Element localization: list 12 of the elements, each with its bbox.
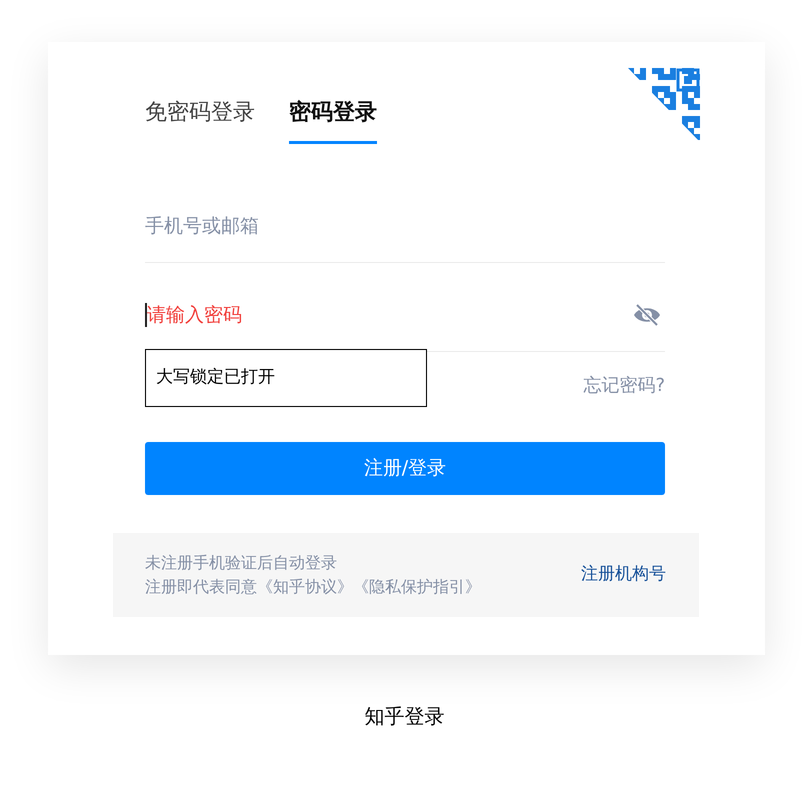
caps-lock-tooltip: 大写锁定已打开 [145,349,427,407]
account-field[interactable]: 手机号或邮箱 [145,212,665,240]
caption: 知乎登录 [364,703,446,730]
submit-button[interactable]: 注册/登录 [145,442,665,495]
eye-slash-icon[interactable] [633,303,661,327]
org-register-link[interactable]: 注册机构号 [581,562,666,588]
login-tab[interactable]: 密码登录 [289,96,377,144]
footer-text: 注册即代表同意《知乎协议》《隐私保护指引》 [145,576,481,598]
login-tab[interactable]: 免密码登录 [145,96,255,144]
qr-code-icon[interactable] [628,68,700,142]
footer-text: 未注册手机验证后自动登录 [145,552,338,574]
password-field[interactable]: 请输入密码 [147,300,633,330]
